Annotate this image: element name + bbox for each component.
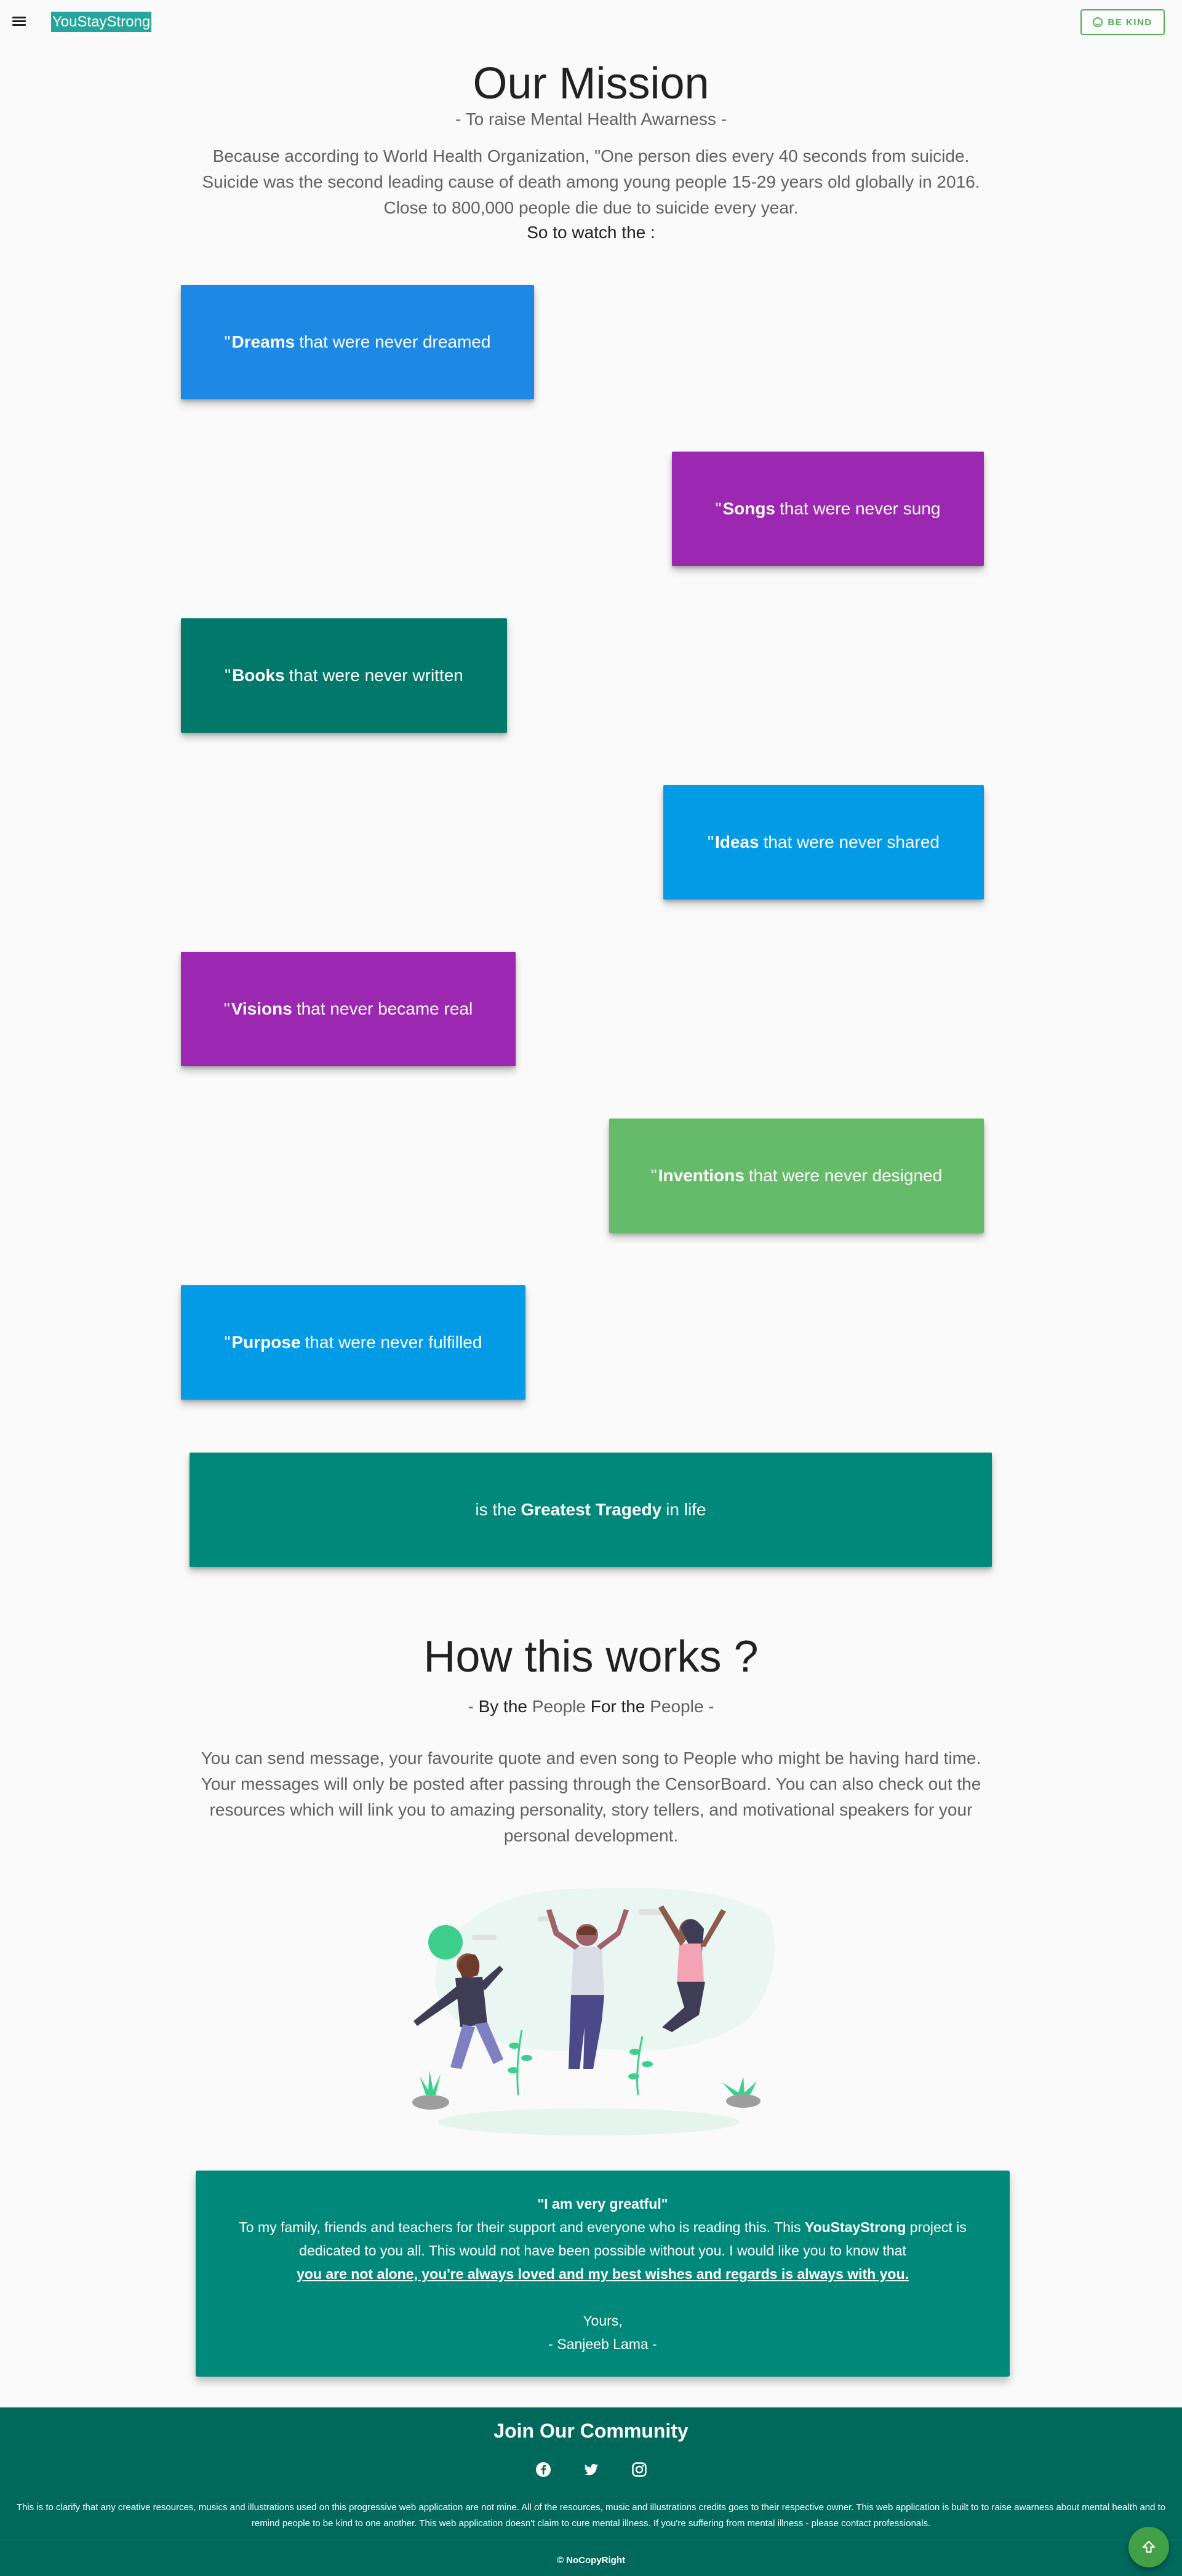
quote-mark: " [225,666,231,685]
card-songs: " Songs that were never sung [672,452,984,566]
watch-heading: So to watch the : [527,223,655,242]
be-kind-button[interactable]: BE KIND [1080,9,1165,35]
smile-icon [1093,17,1103,27]
copyright-text: © NoCopyRight [556,2555,626,2566]
gratitude-text: To my family, friends and teachers for t… [239,2219,805,2235]
gratitude-brand: YouStayStrong [804,2219,906,2235]
people-jumping-illustration [412,1888,775,2135]
footer-disclaimer: This is to clarify that any creative res… [16,2502,1166,2529]
intro-line: Because according to World Health Organi… [212,146,970,165]
for-the: For the [590,1697,645,1716]
gratitude-quote: "I am very greatful" [537,2196,668,2212]
tragedy-after: in life [666,1500,706,1519]
mission-intro: Because according to World Health Organi… [0,143,1182,221]
tragedy-before: is the [475,1500,517,1519]
top-navbar: YouStayStrong BE KIND [0,0,1182,44]
card-greatest-tragedy: is the Greatest Tragedy in life [190,1453,992,1567]
dash: - [468,1697,479,1716]
card-keyword: Songs [722,499,775,518]
dash: - [703,1697,714,1716]
quote-mark: " [224,332,231,351]
card-purpose: " Purpose that were never fulfilled [181,1285,525,1400]
mission-title: Our Mission [473,59,709,108]
social-links [0,2462,1182,2478]
twitter-icon[interactable] [583,2462,599,2478]
card-keyword: Ideas [714,832,759,851]
gratitude-emphasis: you are not alone, you're always loved a… [297,2266,909,2282]
facebook-icon[interactable] [535,2462,551,2478]
card-keyword: Books [232,666,285,685]
gratitude-line-3: you are not alone, you're always loved a… [196,2262,1010,2286]
gratitude-line-1: To my family, friends and teachers for t… [196,2215,1010,2239]
card-visions: " Visions that never became real [181,952,516,1066]
quote-mark: " [708,832,714,851]
people-word: People [532,1697,586,1716]
card-inventions: " Inventions that were never designed [609,1119,984,1233]
card-ideas: " Ideas that were never shared [663,785,984,899]
quote-mark: " [223,999,230,1018]
hamburger-menu-icon[interactable] [11,15,27,30]
gratitude-line-2: dedicated to you all. This would not hav… [299,2243,906,2259]
card-text: that were never written [289,666,463,685]
footer: Join Our Community This is to clarify th… [0,2407,1182,2576]
card-text: that were never shared [763,832,940,851]
instagram-icon[interactable] [631,2462,647,2478]
card-text: that never became real [296,999,473,1018]
card-keyword: Visions [231,999,292,1018]
intro-line: Close to 800,000 people die due to suici… [383,198,799,217]
quote-mark: " [224,1333,231,1352]
be-kind-label: BE KIND [1108,17,1152,28]
arrow-up-icon [1142,2540,1156,2553]
quote-mark: " [650,1166,657,1185]
gratitude-text: project is [906,2219,967,2235]
card-keyword: Purpose [231,1333,301,1352]
card-text: that were never dreamed [299,332,491,351]
how-title: How this works ? [423,1632,759,1681]
by-the: By the [478,1697,527,1716]
card-text: that were never sung [780,499,941,518]
mission-subtitle: - To raise Mental Health Awarness - [455,110,727,129]
scroll-to-top-button[interactable] [1128,2527,1169,2567]
people-word: People [650,1697,704,1716]
card-dreams: " Dreams that were never dreamed [181,285,534,399]
card-text: that were never designed [748,1166,943,1185]
card-keyword: Dreams [231,332,295,351]
join-community-title: Join Our Community [493,2420,689,2442]
card-books: " Books that were never written [181,618,507,733]
gratitude-card: "I am very greatful" To my family, frien… [196,2171,1010,2377]
how-description: You can send message, your favourite quo… [201,1749,981,1845]
how-subtitle: - By the People For the People - [0,1697,1182,1717]
gratitude-yours: Yours, [583,2313,623,2329]
quote-mark: " [715,499,722,518]
brand-logo-link[interactable]: YouStayStrong [51,12,152,32]
intro-line: Suicide was the second leading cause of … [202,172,980,191]
card-keyword: Inventions [658,1166,745,1185]
tragedy-keyword: Greatest Tragedy [521,1500,662,1519]
gratitude-signature: - Sanjeeb Lama - [548,2336,657,2352]
card-text: that were never fulfilled [305,1333,482,1352]
